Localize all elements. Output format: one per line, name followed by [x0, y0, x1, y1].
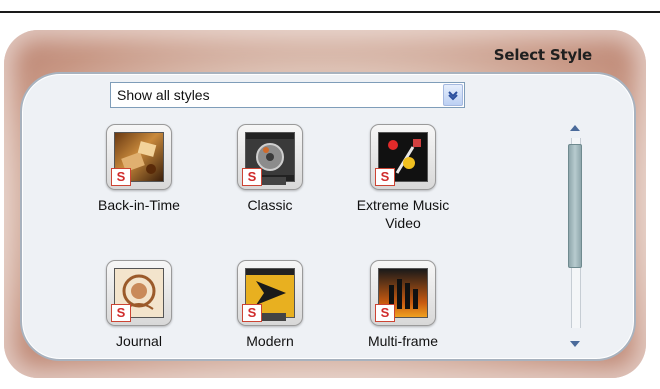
journal-thumbnail-icon: S [106, 260, 172, 326]
film-strip-icon [262, 177, 286, 185]
style-label: Back-in-Time [98, 197, 180, 213]
style-badge: S [111, 304, 131, 322]
style-badge: S [242, 304, 262, 322]
style-tile-classic[interactable]: S Classic [210, 124, 330, 214]
style-tile-extreme-music-video[interactable]: S Extreme Music Video [343, 124, 463, 232]
scrollbar-thumb[interactable] [568, 144, 582, 268]
multi-frame-thumbnail-icon: S [370, 260, 436, 326]
style-tile-journal[interactable]: S Journal [79, 260, 199, 350]
back-in-time-thumbnail-icon: S [106, 124, 172, 190]
panel-title: Select Style [493, 46, 592, 64]
chevron-down-icon[interactable] [443, 84, 463, 106]
style-tile-multi-frame[interactable]: S Multi-frame [343, 260, 463, 350]
film-strip-icon [262, 313, 286, 321]
style-label: Modern [246, 333, 294, 349]
style-gallery: Show all styles S Back-in-Time S Classic… [20, 72, 636, 361]
style-badge: S [375, 168, 395, 186]
style-tile-modern[interactable]: S Modern [210, 260, 330, 350]
scroll-down-arrow-icon[interactable] [568, 336, 582, 350]
style-badge: S [111, 168, 131, 186]
style-label: Journal [116, 333, 162, 349]
style-filter-value: Show all styles [117, 87, 210, 103]
extreme-music-video-thumbnail-icon: S [370, 124, 436, 190]
modern-thumbnail-icon: S [237, 260, 303, 326]
style-badge: S [242, 168, 262, 186]
style-label: Multi-frame [367, 333, 438, 349]
style-label: Extreme Music Video [356, 197, 450, 231]
style-filter-dropdown[interactable]: Show all styles [110, 82, 465, 108]
style-label: Classic [247, 197, 293, 213]
style-badge: S [375, 304, 395, 322]
style-tile-back-in-time[interactable]: S Back-in-Time [79, 124, 199, 214]
scroll-up-arrow-icon[interactable] [568, 120, 582, 134]
top-divider [0, 0, 660, 13]
classic-film-thumbnail-icon: S [237, 124, 303, 190]
